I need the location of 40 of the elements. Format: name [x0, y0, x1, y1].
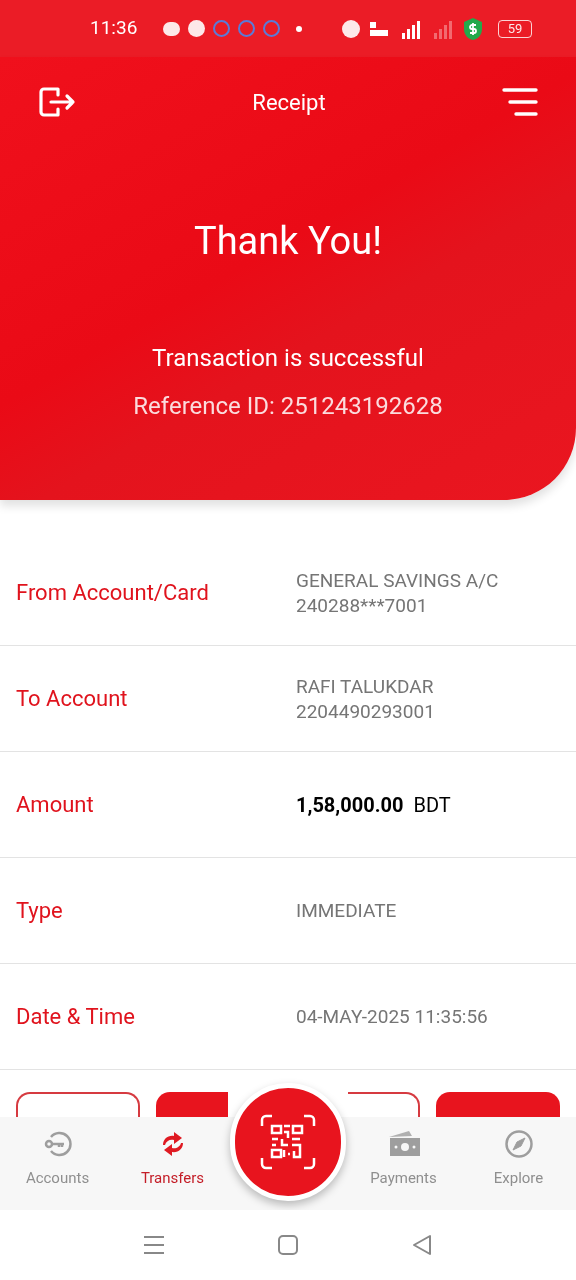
action-button[interactable] — [436, 1092, 560, 1117]
action-button[interactable] — [16, 1092, 140, 1117]
status-time: 11:36 — [90, 15, 138, 42]
amount-value: 1,58,000.00 — [296, 791, 404, 819]
shield-dollar-icon — [462, 16, 484, 41]
currency-code: BDT — [413, 791, 451, 819]
detail-value: 2204490293001 — [296, 698, 435, 724]
detail-label: Type — [16, 897, 64, 925]
action-button[interactable] — [156, 1092, 228, 1117]
nav-tab[interactable]: Payments — [346, 1117, 461, 1190]
detail-label: From Account/Card — [16, 579, 210, 607]
qr-scan-icon — [258, 1112, 318, 1172]
menu-icon[interactable] — [502, 87, 538, 117]
home-icon[interactable] — [277, 1234, 299, 1256]
detail-value: GENERAL SAVINGS A/C — [296, 567, 499, 593]
detail-value: RAFI TALUKDAR — [296, 673, 435, 699]
nav-label: Accounts — [25, 1168, 90, 1189]
recent-apps-icon[interactable] — [143, 1234, 165, 1256]
detail-value: 240288***7001 — [296, 592, 429, 618]
key-icon — [42, 1129, 73, 1159]
reference-id: Reference ID: 251243192628 — [133, 391, 443, 422]
compass-icon — [503, 1129, 534, 1159]
screen-title: Receipt — [252, 88, 326, 117]
detail-label: Amount — [16, 791, 95, 819]
battery-indicator: 59 — [498, 19, 532, 38]
logout-icon[interactable] — [38, 85, 76, 119]
back-icon[interactable] — [411, 1234, 433, 1256]
nav-tab[interactable]: Accounts — [0, 1117, 115, 1190]
nav-tab[interactable]: Explore — [461, 1117, 576, 1190]
nav-label: Transfers — [140, 1168, 205, 1189]
detail-label: Date & Time — [16, 1003, 136, 1031]
nav-label: Payments — [370, 1168, 437, 1189]
action-button[interactable] — [348, 1092, 420, 1117]
detail-value: 04-MAY-2025 11:35:56 — [296, 1004, 488, 1029]
detail-value: IMMEDIATE — [296, 898, 397, 923]
status-message: Transaction is successful — [152, 343, 424, 374]
detail-label: To Account — [16, 685, 129, 713]
nav-tab[interactable]: Transfers — [115, 1117, 230, 1190]
thank-you-heading: Thank You! — [194, 218, 382, 265]
nav-label: Explore — [493, 1168, 544, 1189]
